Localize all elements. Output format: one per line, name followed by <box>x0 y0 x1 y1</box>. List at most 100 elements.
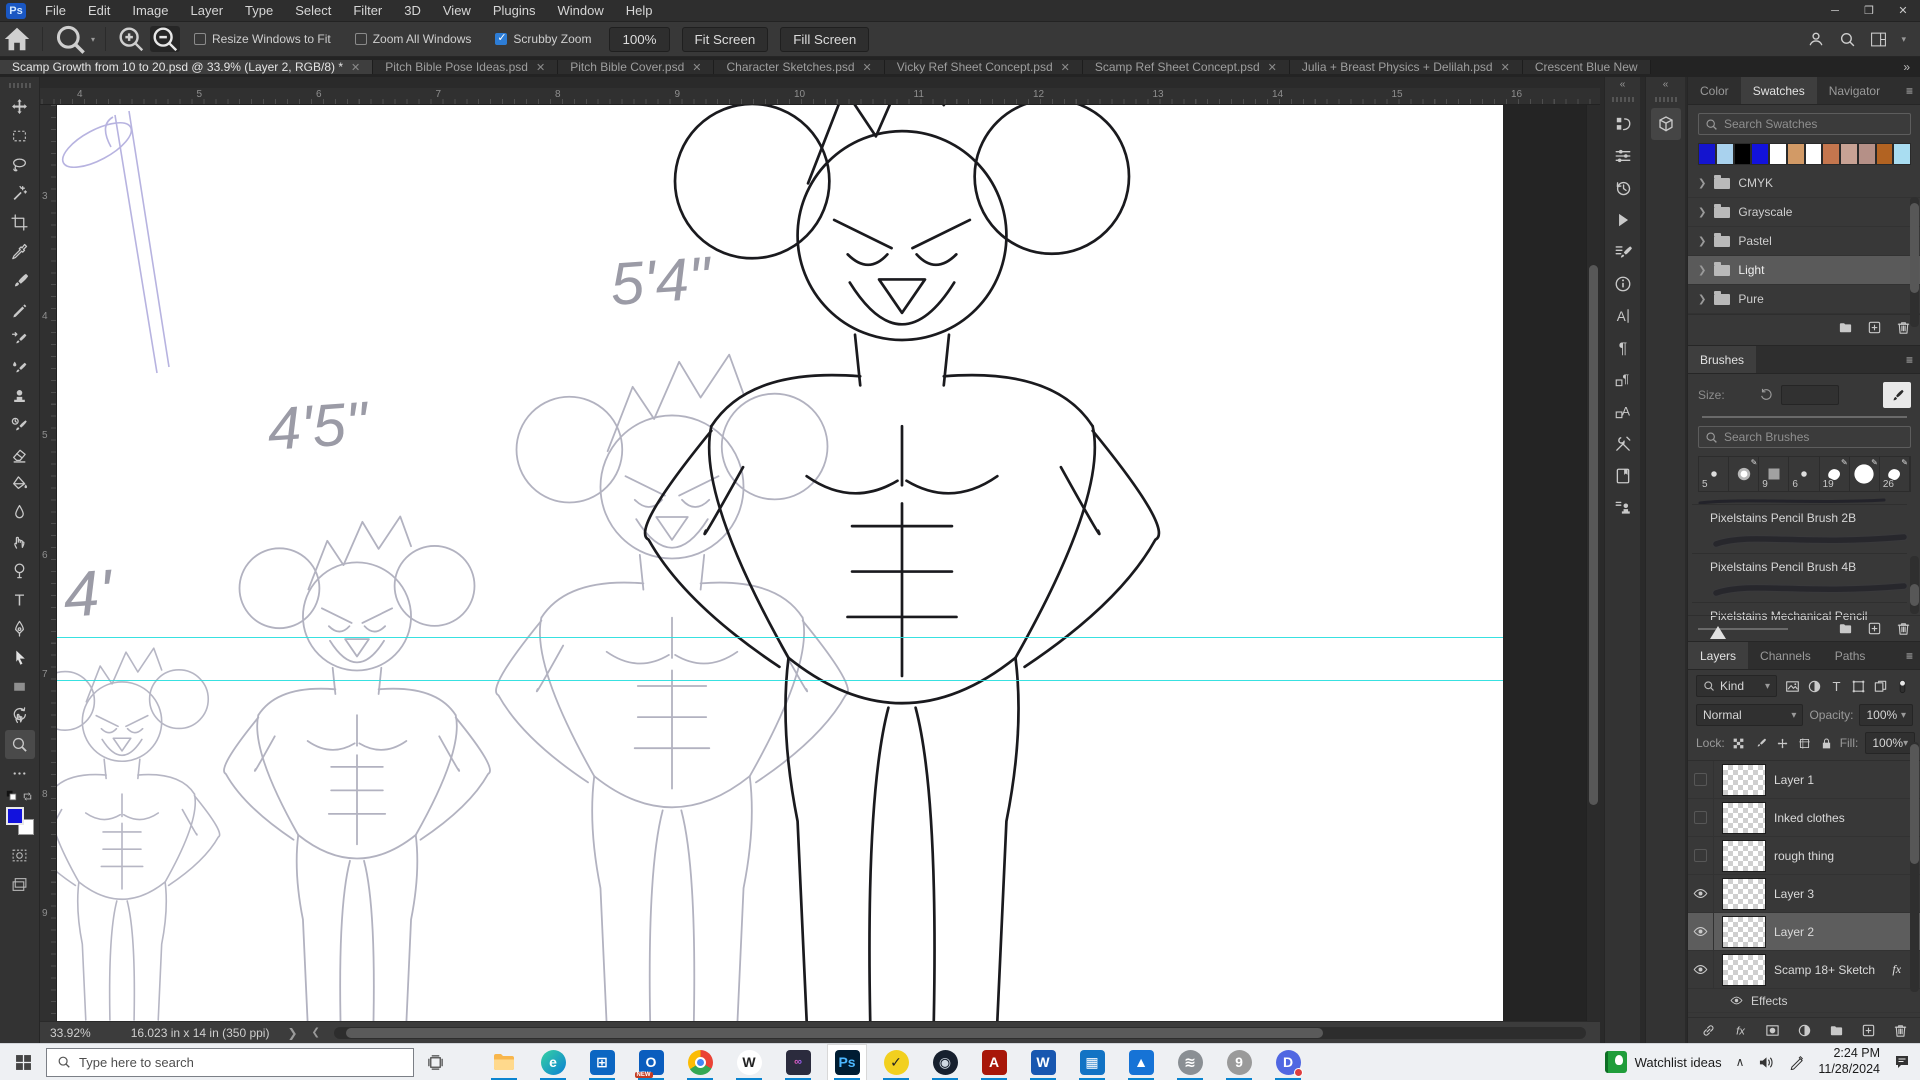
menu-plugins[interactable]: Plugins <box>482 0 547 22</box>
brush-preset[interactable]: 9 <box>1759 457 1790 491</box>
menu-help[interactable]: Help <box>615 0 664 22</box>
menu-edit[interactable]: Edit <box>77 0 121 22</box>
rotate-view-tool-icon[interactable] <box>5 701 35 730</box>
visibility-hidden-well[interactable] <box>1688 761 1714 798</box>
layer-row[interactable]: Layer 1 <box>1688 761 1920 799</box>
pen-icon[interactable] <box>1789 1055 1804 1070</box>
visibility-eye-icon[interactable] <box>1688 913 1714 950</box>
adjustment-icon[interactable] <box>1797 1023 1812 1038</box>
brush-preview-button[interactable] <box>1883 382 1911 408</box>
default-colors-icon[interactable] <box>6 790 19 803</box>
taskbar-photoshop-icon[interactable]: Ps <box>827 1043 867 1080</box>
task-view-icon[interactable] <box>414 1044 456 1080</box>
volume-icon[interactable] <box>1758 1055 1775 1070</box>
pen-tool-icon[interactable] <box>5 614 35 643</box>
eyedropper-tool-icon[interactable] <box>5 237 35 266</box>
history-brush-tool-icon[interactable] <box>5 411 35 440</box>
chevron-right-icon[interactable]: ❯ <box>1698 236 1706 247</box>
tab-close-icon[interactable]: ✕ <box>1268 61 1277 74</box>
layer-row[interactable]: rough thing <box>1688 837 1920 875</box>
color-swatch[interactable] <box>1715 143 1734 165</box>
edit-toolbar-tool-icon[interactable] <box>5 759 35 788</box>
lock-paint-icon[interactable] <box>1754 737 1767 750</box>
mixer-brush-tool-icon[interactable] <box>5 353 35 382</box>
clone-stamp-tool-icon[interactable] <box>5 382 35 411</box>
lock-move-icon[interactable] <box>1776 737 1789 750</box>
layer-row[interactable]: Layer 3 <box>1688 875 1920 913</box>
taskbar-file-explorer-icon[interactable] <box>484 1044 524 1080</box>
color-swatch[interactable] <box>1786 143 1805 165</box>
brushes-scrollbar[interactable] <box>1910 556 1919 614</box>
visibility-eye-icon[interactable] <box>1688 951 1714 988</box>
paragraph-panel-icon[interactable]: ¶ <box>1608 332 1638 364</box>
document-tab-1[interactable]: Scamp Growth from 10 to 20.psd @ 33.9% (… <box>0 60 374 74</box>
document-canvas[interactable]: 5'4" 4'5" 4' <box>57 105 1503 1021</box>
lock-all-icon[interactable] <box>1820 737 1833 750</box>
account-icon[interactable] <box>1807 30 1825 48</box>
close-button[interactable]: ✕ <box>1886 0 1920 22</box>
new-icon[interactable] <box>1867 320 1882 335</box>
brushes-search[interactable]: Search Brushes <box>1698 426 1911 448</box>
action-center-icon[interactable] <box>1894 1054 1910 1070</box>
type-filter-icon[interactable]: T <box>1825 675 1847 697</box>
zoom-100-button[interactable]: 100% <box>609 26 670 52</box>
maximize-button[interactable]: ❒ <box>1852 0 1886 22</box>
adjustment-filter-icon[interactable] <box>1803 675 1825 697</box>
swatch-group-pure[interactable]: ❯ Pure <box>1688 285 1920 314</box>
trash-icon[interactable] <box>1896 320 1911 335</box>
folder-icon[interactable] <box>1838 320 1853 335</box>
pencil-tool-icon[interactable] <box>5 295 35 324</box>
menu-3d[interactable]: 3D <box>393 0 432 22</box>
layer-thumbnail[interactable] <box>1722 915 1766 948</box>
layer-thumbnail[interactable] <box>1722 801 1766 834</box>
blur-tool-icon[interactable] <box>5 498 35 527</box>
color-swatch[interactable] <box>1840 143 1858 165</box>
brush-preset[interactable]: 26 ✎ <box>1880 457 1910 491</box>
tab-close-icon[interactable]: ✕ <box>692 61 701 74</box>
watchlist-note[interactable]: Watchlist ideas <box>1604 1051 1722 1073</box>
menu-filter[interactable]: Filter <box>342 0 393 22</box>
vertical-scrollbar[interactable] <box>1586 105 1600 1021</box>
zoom-level[interactable]: 33.92% <box>50 1026 91 1040</box>
paint-bucket-tool-icon[interactable] <box>5 469 35 498</box>
brush-tool-icon[interactable] <box>5 266 35 295</box>
tab-close-icon[interactable]: ✕ <box>1061 61 1070 74</box>
visibility-hidden-well[interactable] <box>1688 799 1714 836</box>
character-panel-icon[interactable]: A <box>1608 300 1638 332</box>
menu-image[interactable]: Image <box>121 0 179 22</box>
document-tab-6[interactable]: Scamp Ref Sheet Concept.psd ✕ <box>1082 60 1290 74</box>
libraries-panel-icon[interactable] <box>1608 460 1638 492</box>
new-icon[interactable] <box>1867 621 1882 636</box>
slider-knob[interactable] <box>1710 626 1726 639</box>
reset-icon[interactable] <box>1759 388 1773 402</box>
brush-size-slider[interactable] <box>1702 416 1907 418</box>
swatches-search[interactable]: Search Swatches <box>1698 113 1911 135</box>
chevron-right-icon[interactable]: ❯ <box>1698 207 1706 218</box>
taskbar-clock[interactable]: 2:24 PM 11/28/2024 <box>1818 1046 1880 1077</box>
folder-icon[interactable] <box>1838 621 1853 636</box>
tab-close-icon[interactable]: ✕ <box>536 61 545 74</box>
panel-grip[interactable] <box>8 83 31 88</box>
new-layer-icon[interactable] <box>1861 1023 1876 1038</box>
layer-thumbnail[interactable] <box>1722 839 1766 872</box>
chevron-right-icon[interactable]: ❯ <box>1698 265 1706 276</box>
taskbar-search-input[interactable]: Type here to search <box>46 1047 414 1077</box>
filter-toggle-icon[interactable] <box>1891 675 1913 697</box>
visibility-hidden-well[interactable] <box>1688 837 1714 874</box>
tab-navigator[interactable]: Navigator <box>1817 77 1892 104</box>
chevron-right-icon[interactable]: ❯ <box>1698 178 1706 189</box>
document-tab-5[interactable]: Vicky Ref Sheet Concept.psd ✕ <box>884 60 1083 74</box>
document-tab-2[interactable]: Pitch Bible Pose Ideas.psd ✕ <box>373 60 559 74</box>
foreground-background-colors[interactable] <box>5 807 34 835</box>
fx-badge[interactable]: fx <box>1892 962 1901 977</box>
taskbar-ticktick-icon[interactable]: ✓ <box>876 1044 916 1080</box>
menu-type[interactable]: Type <box>234 0 284 22</box>
swatch-group-pastel[interactable]: ❯ Pastel <box>1688 227 1920 256</box>
zoom-out-icon[interactable] <box>150 26 180 52</box>
vertical-scroll-thumb[interactable] <box>1589 265 1598 805</box>
collapse-panels-icon[interactable]: « <box>1620 79 1626 93</box>
taskbar-chrome-icon[interactable] <box>680 1044 720 1080</box>
shape-tool-icon[interactable] <box>5 672 35 701</box>
ruler-left[interactable]: 345678910 <box>40 105 57 1021</box>
color-swatch[interactable] <box>1857 143 1876 165</box>
